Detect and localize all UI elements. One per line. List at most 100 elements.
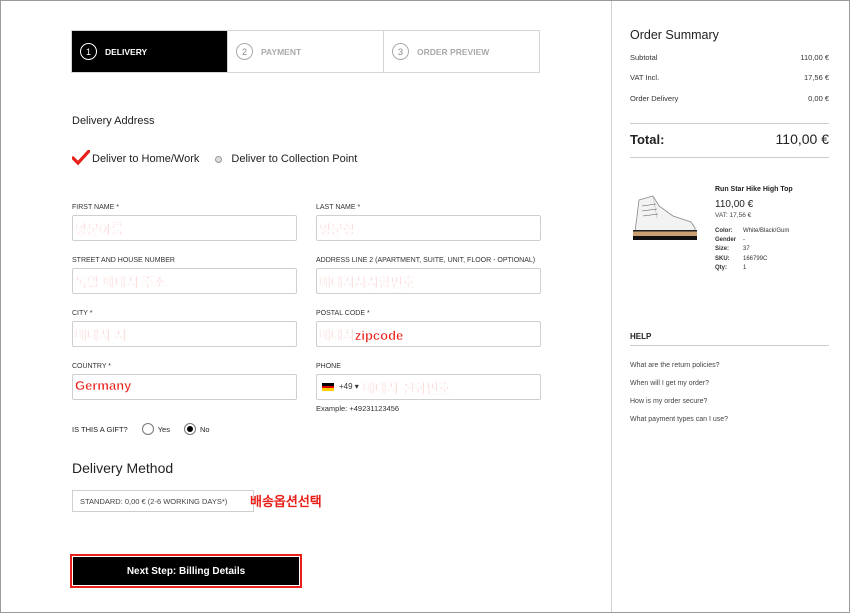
gift-yes-label: Yes	[157, 424, 170, 434]
gift-question-row: IS THIS A GIFT? Yes No	[72, 423, 224, 435]
city-field[interactable]: 배대지 시	[72, 321, 297, 347]
attr-row: SKU: 166799C	[715, 255, 789, 264]
address2-label: ADDRESS LINE 2 (APARTMENT, SUITE, UNIT, …	[316, 257, 536, 264]
help-divider	[630, 345, 829, 346]
last-name-label: LAST NAME *	[316, 204, 361, 211]
help-link[interactable]: How is my order secure?	[630, 398, 707, 405]
summary-value: 0,00 €	[808, 94, 829, 103]
attr-key: Color:	[715, 228, 733, 234]
attr-row: Size: 37	[715, 245, 789, 254]
total-label: Total:	[630, 132, 665, 147]
product-attributes: Color: White/Black/Gum Gender - Size: 37 SK…	[715, 227, 789, 273]
street-field[interactable]: 독일 배대지 주소	[72, 268, 297, 294]
address2-field[interactable]: 배대지사서함번호	[316, 268, 541, 294]
phone-country-code[interactable]: +49 ▾	[339, 382, 359, 391]
gift-no-option[interactable]: No	[183, 423, 210, 435]
product-name[interactable]: Run Star Hike High Top	[715, 186, 793, 193]
attr-value: 37	[743, 246, 750, 253]
last-name-field[interactable]: 영문성	[316, 215, 541, 241]
help-link[interactable]: What are the return policies?	[630, 362, 720, 369]
postal-value: 배대지zipcode	[319, 328, 404, 343]
attr-key: Qty:	[715, 264, 727, 271]
summary-label: Subtotal	[630, 53, 658, 62]
attr-row: Qty: 1	[715, 264, 789, 273]
summary-divider	[630, 157, 829, 158]
phone-value: 배대지 전화번호	[363, 381, 451, 396]
first-name-field[interactable]: 영문이름	[72, 215, 297, 241]
help-link[interactable]: What payment types can I use?	[630, 416, 728, 423]
gift-question: IS THIS A GIFT?	[72, 424, 128, 434]
step-label: ORDER PREVIEW	[417, 46, 490, 57]
postal-field[interactable]: 배대지zipcode	[316, 321, 541, 347]
step-label: DELIVERY	[105, 46, 148, 57]
delivery-method-title: Delivery Method	[72, 460, 174, 476]
address2-value: 배대지사서함번호	[319, 275, 415, 290]
next-step-button[interactable]: Next Step: Billing Details	[70, 554, 302, 588]
step-order-preview[interactable]: 3 ORDER PREVIEW	[384, 31, 539, 72]
radio-unselected[interactable]	[215, 155, 223, 163]
step-payment[interactable]: 2 PAYMENT	[228, 31, 384, 72]
delivery-method-annotation: 배송옵션선택	[250, 494, 322, 509]
gift-yes-option[interactable]: Yes	[141, 423, 170, 435]
deliver-collection-option[interactable]: Deliver to Collection Point	[215, 153, 357, 165]
country-select[interactable]: Germany	[72, 374, 297, 400]
panel-divider	[611, 1, 612, 612]
delivery-address-title: Delivery Address	[72, 115, 155, 127]
delivery-options: Deliver to Home/Work Deliver to Collecti…	[72, 150, 357, 168]
deliver-collection-label: Deliver to Collection Point	[231, 153, 358, 165]
help-title: HELP	[630, 332, 652, 341]
country-label: COUNTRY *	[72, 363, 112, 370]
deliver-home-option[interactable]: Deliver to Home/Work	[92, 153, 199, 165]
country-value: Germany	[75, 378, 132, 393]
summary-total: Total: 110,00 €	[630, 131, 829, 147]
order-summary-title: Order Summary	[630, 28, 719, 42]
last-name-value: 영문성	[319, 222, 355, 237]
attr-key: SKU:	[715, 255, 730, 262]
germany-flag-icon[interactable]	[322, 383, 334, 391]
attr-key: Size:	[715, 246, 730, 253]
attr-value: -	[743, 237, 745, 244]
phone-field[interactable]: +49 ▾ 배대지 전화번호	[316, 374, 541, 400]
step-label: PAYMENT	[261, 46, 302, 57]
attr-row: Color: White/Black/Gum	[715, 227, 789, 236]
step-delivery[interactable]: 1 DELIVERY	[72, 31, 228, 72]
summary-row-delivery: Order Delivery 0,00 €	[630, 94, 829, 103]
delivery-method-select[interactable]: STANDARD: 0,00 € (2-6 WORKING DAYS*)	[72, 490, 254, 512]
attr-value: 1	[743, 264, 747, 271]
summary-value: 110,00 €	[800, 53, 829, 62]
step-number: 2	[236, 43, 253, 60]
summary-row-subtotal: Subtotal 110,00 €	[630, 53, 829, 62]
first-name-value: 영문이름	[75, 222, 123, 237]
product-price: 110,00 €	[715, 199, 754, 210]
attr-value: 166799C	[743, 255, 768, 262]
checkmark-icon[interactable]	[72, 150, 90, 168]
summary-value: 17,56 €	[803, 73, 829, 82]
checkout-stepper: 1 DELIVERY 2 PAYMENT 3 ORDER PREVIEW	[71, 30, 540, 73]
summary-row-vat: VAT Incl. 17,56 €	[630, 73, 829, 82]
attr-row: Gender -	[715, 236, 789, 245]
radio-unselected[interactable]	[141, 423, 154, 435]
product-image[interactable]	[629, 192, 701, 244]
summary-label: VAT Incl.	[630, 73, 660, 82]
street-value: 독일 배대지 주소	[75, 275, 166, 290]
total-value: 110,00 €	[775, 131, 829, 147]
street-label: STREET AND HOUSE NUMBER	[72, 257, 175, 264]
summary-label: Order Delivery	[630, 94, 679, 103]
first-name-label: FIRST NAME *	[72, 204, 119, 211]
postal-label: POSTAL CODE *	[316, 310, 370, 317]
city-label: CITY *	[72, 310, 93, 317]
attr-value: White/Black/Gum	[743, 228, 790, 234]
phone-label: PHONE	[316, 363, 341, 370]
radio-selected[interactable]	[183, 423, 196, 435]
step-number: 3	[392, 43, 409, 60]
attr-key: Gender	[715, 237, 737, 244]
city-value: 배대지 시	[75, 328, 127, 343]
page-frame	[0, 0, 850, 613]
gift-no-label: No	[199, 424, 210, 434]
summary-divider	[630, 123, 829, 124]
help-link[interactable]: When will I get my order?	[630, 380, 709, 387]
step-number: 1	[80, 43, 97, 60]
next-step-label: Next Step: Billing Details	[73, 557, 299, 585]
product-vat: VAT: 17,56 €	[715, 212, 752, 219]
phone-example: Example: +49231123456	[316, 404, 400, 413]
